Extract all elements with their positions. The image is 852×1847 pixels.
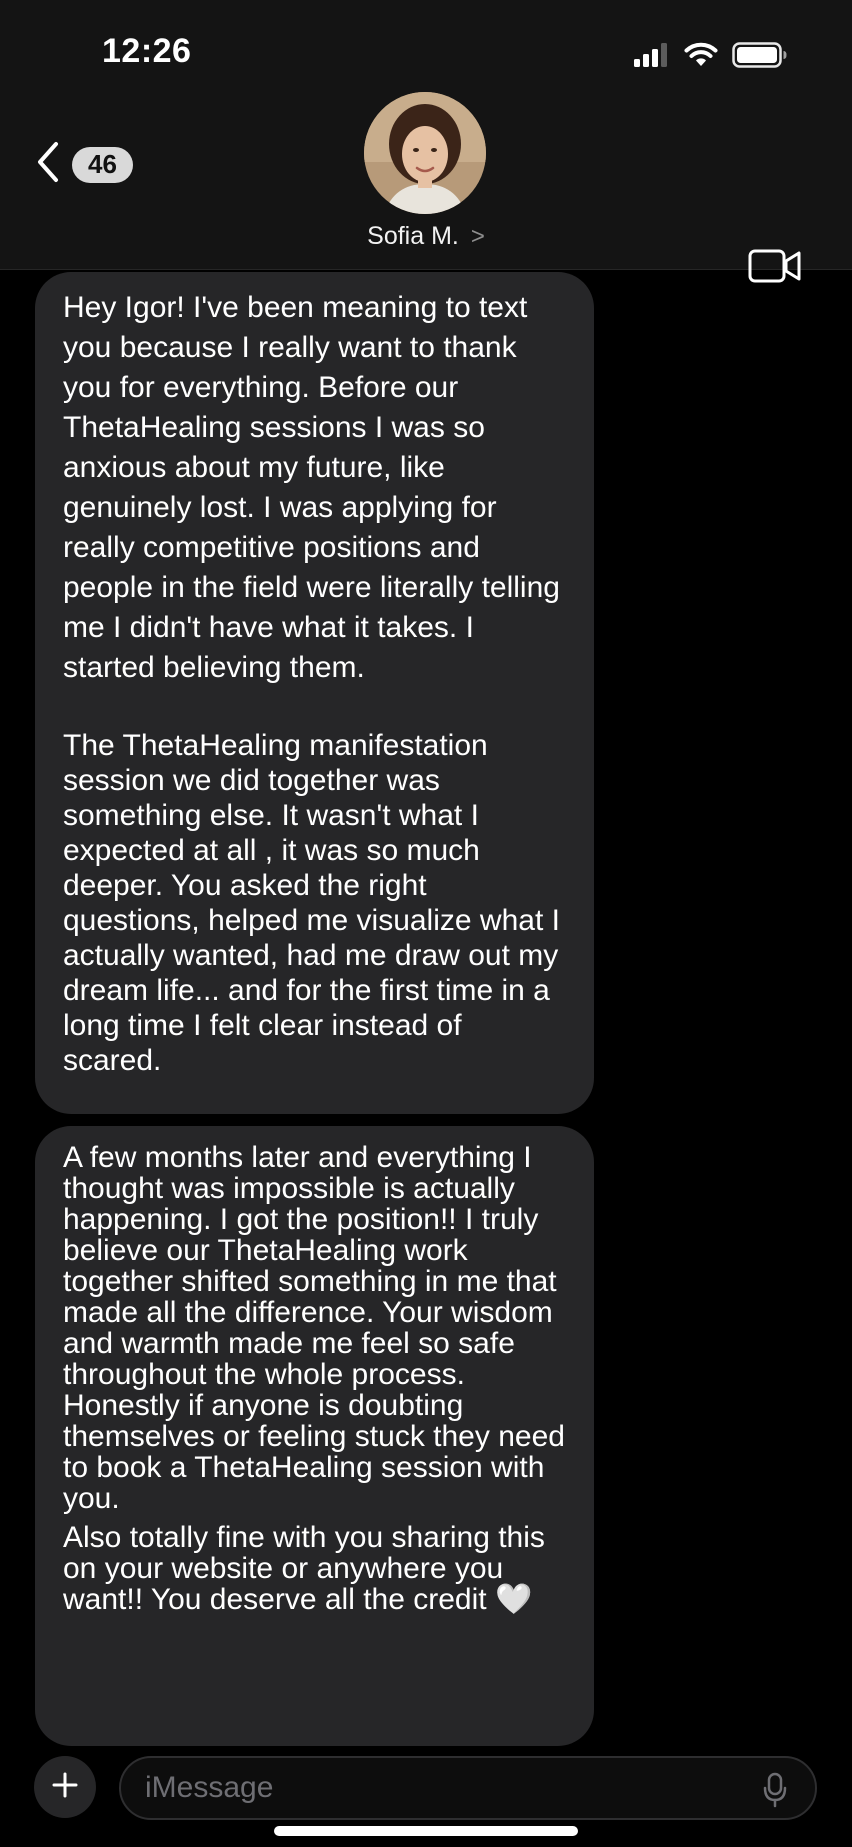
status-icons	[634, 42, 788, 73]
message-bubble[interactable]: A few months later and everything I thou…	[35, 1126, 594, 1746]
contact-name-button[interactable]: Sofia M. >	[0, 222, 852, 251]
contact-avatar[interactable]	[364, 92, 486, 214]
video-camera-icon	[748, 249, 802, 288]
contact-name: Sofia M.	[367, 222, 459, 250]
message-input-placeholder: iMessage	[145, 1771, 274, 1804]
message-text-final: Also totally fine with you sharing this …	[63, 1522, 568, 1615]
microphone-icon[interactable]	[763, 1772, 787, 1816]
wifi-icon	[684, 42, 718, 73]
cellular-signal-icon	[634, 43, 670, 72]
chevron-right-icon: >	[470, 222, 485, 250]
back-button[interactable]: 46	[34, 140, 133, 189]
unread-count-badge: 46	[72, 146, 133, 183]
message-text: Hey Igor! I've been meaning to text you …	[63, 291, 560, 684]
plus-icon	[51, 1771, 79, 1804]
white-heart-emoji: 🤍	[494, 1583, 533, 1616]
video-call-button[interactable]	[748, 248, 802, 289]
apps-plus-button[interactable]	[34, 1756, 96, 1818]
message-bubble[interactable]: Hey Igor! I've been meaning to text you …	[35, 272, 594, 1114]
chevron-left-icon	[34, 140, 62, 189]
message-text: A few months later and everything I thou…	[63, 1141, 565, 1515]
message-text: Also totally fine with you sharing this …	[63, 1521, 545, 1616]
home-indicator[interactable]	[274, 1826, 578, 1836]
battery-icon	[732, 42, 788, 73]
status-bar: 12:26	[0, 0, 852, 100]
message-text: The ThetaHealing manifestation session w…	[63, 729, 560, 1077]
status-time: 12:26	[102, 32, 192, 70]
message-input[interactable]: iMessage	[119, 1756, 817, 1820]
